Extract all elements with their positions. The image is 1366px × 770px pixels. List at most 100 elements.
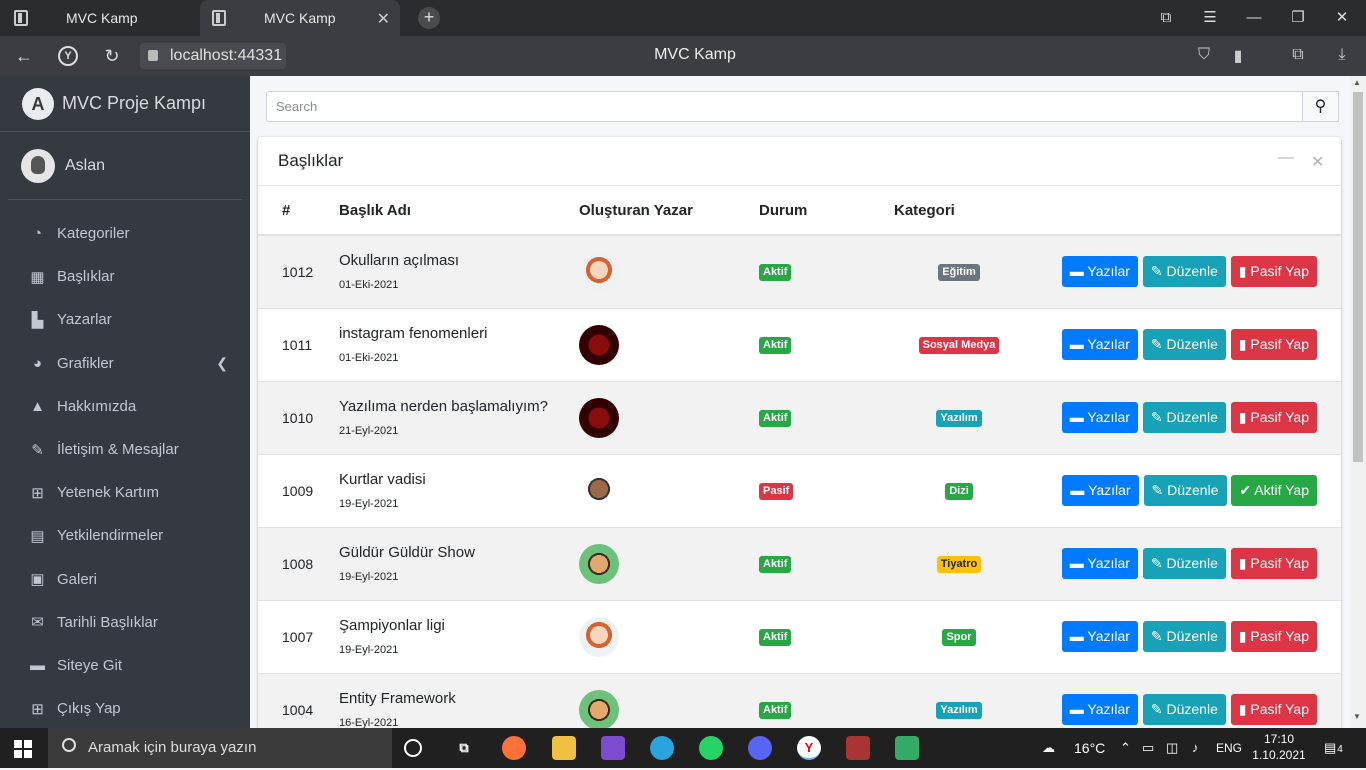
- volume-icon[interactable]: ♪: [1192, 728, 1199, 768]
- clock[interactable]: 17:10 1.10.2021: [1248, 731, 1310, 763]
- sidebar-item-hakkimizda[interactable]: ▲ Hakkımızda: [0, 385, 250, 428]
- menu-icon[interactable]: ☰: [1188, 0, 1232, 36]
- url-text: localhost:44331: [170, 47, 283, 64]
- row-category-cell: Dizi: [894, 453, 1024, 527]
- sidebar-item-grafikler[interactable]: ◕ Grafikler ❮: [0, 342, 250, 385]
- yandex-browser-icon[interactable]: Y: [797, 736, 821, 760]
- browser-tab-active[interactable]: MVC Kamp ✕: [200, 0, 400, 36]
- notification-icon[interactable]: ▤4: [1324, 728, 1343, 768]
- edit-button-label: Düzenle: [1166, 701, 1218, 718]
- reload-icon[interactable]: ↻: [100, 44, 124, 68]
- taskbar: Aramak için buraya yazın ⧉ Y ☁ 16°C ⌃ ▭ …: [0, 728, 1366, 768]
- edit-icon: ✎: [31, 441, 44, 459]
- edit-button-label: Düzenle: [1166, 409, 1218, 425]
- posts-button[interactable]: ▬ Yazılar: [1061, 329, 1138, 360]
- search-button[interactable]: ⚲: [1303, 91, 1339, 122]
- sidebar-item-siteye-git[interactable]: ▬ Siteye Git: [0, 644, 250, 687]
- sidebar-item-tarihli-basliklar[interactable]: ✉ Tarihli Başlıklar: [0, 601, 250, 644]
- protect-icon[interactable]: ⛉: [1194, 46, 1214, 66]
- scrollbar[interactable]: ▲ ▼: [1350, 76, 1366, 728]
- weather-icon[interactable]: ☁: [1042, 728, 1055, 768]
- row-date: 16-Eyl-2021: [339, 717, 399, 728]
- row-title: Kurtlar vadisi: [339, 471, 426, 488]
- sidebar-item-yetkilendirmeler[interactable]: ▤ Yetkilendirmeler: [0, 514, 250, 557]
- tabs-icon[interactable]: ⧉: [1144, 0, 1188, 36]
- taskbar-search[interactable]: Aramak için buraya yazın: [48, 728, 392, 768]
- sidebar-item-iletisim[interactable]: ✎ İletişim & Mesajlar: [0, 428, 250, 471]
- search-input[interactable]: [266, 91, 1303, 122]
- browser-tab[interactable]: MVC Kamp: [14, 0, 200, 36]
- toggle-status-button[interactable]: ▮ Pasif Yap: [1230, 621, 1317, 652]
- posts-button[interactable]: ▬ Yazılar: [1061, 402, 1138, 433]
- edit-button[interactable]: ✎ Düzenle: [1143, 475, 1227, 506]
- winrar-icon[interactable]: [846, 736, 870, 760]
- collapse-icon[interactable]: —: [1278, 149, 1294, 167]
- user-panel[interactable]: Aslan: [8, 132, 242, 200]
- status-badge: Aktif: [759, 337, 792, 354]
- toggle-status-button[interactable]: ▮ Pasif Yap: [1230, 256, 1317, 288]
- url-field[interactable]: localhost:44331: [140, 43, 286, 69]
- scroll-up-icon[interactable]: ▲: [1353, 78, 1361, 87]
- visual-studio-icon[interactable]: [601, 736, 625, 760]
- page-title: MVC Kamp: [654, 46, 736, 63]
- card-header: Başlıklar — ✕: [258, 137, 1341, 186]
- posts-button[interactable]: ▬ Yazılar: [1062, 475, 1139, 506]
- toggle-status-button[interactable]: ✔ Aktif Yap: [1231, 475, 1317, 506]
- whatsapp-icon[interactable]: [699, 736, 723, 760]
- sidebar-item-yetenek-kartim[interactable]: ⊞ Yetenek Kartım: [0, 471, 250, 514]
- yandex-icon[interactable]: Y: [58, 46, 78, 66]
- scroll-down-icon[interactable]: ▼: [1353, 712, 1361, 721]
- brand-link[interactable]: A MVC Proje Kampı: [0, 76, 250, 132]
- trash-icon: ▮: [1238, 263, 1247, 280]
- file-explorer-icon[interactable]: [552, 736, 576, 760]
- close-tab-icon[interactable]: ✕: [377, 9, 390, 29]
- toggle-status-button[interactable]: ▮ Pasif Yap: [1230, 548, 1317, 579]
- sidebar-item-yazarlar[interactable]: ▙ Yazarlar: [0, 298, 250, 341]
- language-indicator[interactable]: ENG: [1216, 728, 1242, 768]
- brand-text: MVC Proje Kampı: [62, 93, 207, 113]
- close-window-button[interactable]: ✕: [1320, 0, 1364, 36]
- battery-icon[interactable]: ▭: [1142, 728, 1154, 768]
- telegram-icon[interactable]: [650, 736, 674, 760]
- download-icon[interactable]: ⤓: [1332, 46, 1352, 66]
- sidebar-item-cikis-yap[interactable]: ⊞ Çıkış Yap: [0, 687, 250, 730]
- cortana-icon[interactable]: [404, 739, 422, 757]
- back-arrow-icon[interactable]: ←: [12, 44, 36, 68]
- edit-button[interactable]: ✎ Düzenle: [1142, 621, 1226, 652]
- close-icon[interactable]: ✕: [1311, 152, 1324, 172]
- collections-icon[interactable]: ⧉: [1288, 46, 1308, 66]
- firefox-icon[interactable]: [502, 736, 526, 760]
- edit-button[interactable]: ✎ Düzenle: [1142, 402, 1226, 433]
- posts-button[interactable]: ▬ Yazılar: [1061, 256, 1138, 288]
- status-badge: Pasif: [759, 483, 794, 500]
- trash-icon: ▮: [1238, 409, 1247, 425]
- sidebar-item-galeri[interactable]: ▣ Galeri: [0, 558, 250, 601]
- discord-icon[interactable]: [748, 736, 772, 760]
- toggle-status-button[interactable]: ▮ Pasif Yap: [1230, 402, 1317, 433]
- windows-start-icon[interactable]: [14, 740, 32, 758]
- task-view-icon[interactable]: ⧉: [452, 736, 476, 760]
- minimize-button[interactable]: —: [1232, 0, 1276, 36]
- sidebar-item-kategoriler[interactable]: ◔ Kategoriler: [0, 212, 250, 255]
- tray-chevron-icon[interactable]: ⌃: [1120, 728, 1131, 768]
- edit-button[interactable]: ✎ Düzenle: [1142, 256, 1226, 288]
- category-badge: Spor: [942, 629, 976, 646]
- network-icon[interactable]: ◫: [1166, 728, 1178, 768]
- clock-time: 17:10: [1263, 732, 1295, 746]
- bookmark-icon[interactable]: ▮: [1228, 46, 1248, 66]
- posts-button[interactable]: ▬ Yazılar: [1061, 694, 1138, 726]
- edit-button[interactable]: ✎ Düzenle: [1142, 694, 1226, 726]
- row-status-cell: Aktif: [759, 672, 894, 728]
- restore-button[interactable]: ❐: [1276, 0, 1320, 36]
- sidebar-item-basliklar[interactable]: ▦ Başlıklar: [0, 255, 250, 298]
- edit-button[interactable]: ✎ Düzenle: [1142, 548, 1226, 579]
- toggle-status-button[interactable]: ▮ Pasif Yap: [1230, 329, 1317, 360]
- row-status-cell: Aktif: [759, 234, 894, 308]
- scrollbar-thumb[interactable]: [1353, 92, 1363, 462]
- new-tab-button[interactable]: +: [418, 7, 440, 29]
- posts-button[interactable]: ▬ Yazılar: [1061, 548, 1138, 579]
- snip-tool-icon[interactable]: [895, 736, 919, 760]
- edit-button[interactable]: ✎ Düzenle: [1142, 329, 1226, 360]
- posts-button[interactable]: ▬ Yazılar: [1061, 621, 1138, 652]
- toggle-status-button[interactable]: ▮ Pasif Yap: [1230, 694, 1317, 726]
